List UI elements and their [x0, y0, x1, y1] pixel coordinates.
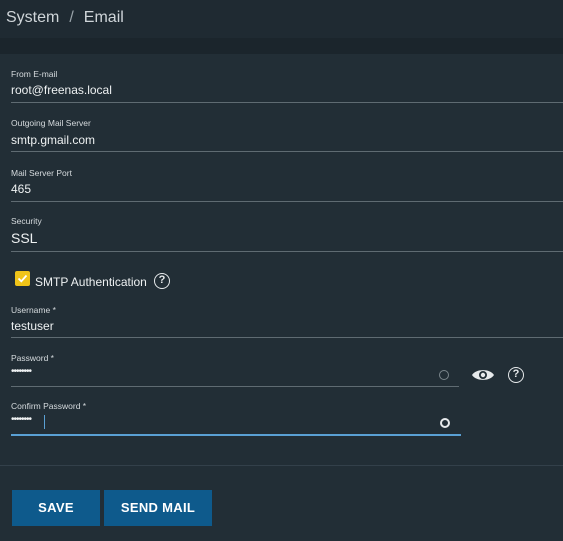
username-input[interactable]: testuser	[11, 319, 54, 333]
from-email-input[interactable]: root@freenas.local	[11, 83, 112, 97]
password-underline	[11, 386, 459, 387]
password-keypad-icon	[439, 370, 449, 380]
eye-icon[interactable]	[471, 367, 495, 383]
security-select[interactable]: SSL	[11, 230, 37, 246]
breadcrumb: System / Email	[6, 9, 124, 27]
confirm-password-label: Confirm Password *	[11, 401, 87, 411]
outgoing-server-label: Outgoing Mail Server	[11, 118, 91, 128]
top-bar: System / Email	[0, 0, 563, 38]
confirm-keypad-icon	[440, 418, 450, 428]
security-label: Security	[11, 216, 42, 226]
smtp-auth-checkbox[interactable]	[15, 271, 30, 286]
username-underline	[11, 337, 563, 338]
password-label: Password *	[11, 353, 54, 363]
header-strip	[0, 38, 563, 54]
password-help-icon[interactable]: ?	[508, 367, 524, 383]
save-button[interactable]: SAVE	[12, 490, 100, 526]
breadcrumb-system[interactable]: System	[6, 9, 59, 26]
security-underline	[11, 251, 563, 252]
password-input[interactable]: ••••••••	[11, 366, 32, 377]
from-email-underline	[11, 102, 563, 103]
text-caret	[44, 415, 45, 429]
outgoing-server-input[interactable]: smtp.gmail.com	[11, 133, 95, 147]
checkmark-icon	[17, 274, 28, 283]
help-circle-icon[interactable]: ?	[154, 273, 170, 289]
confirm-password-input[interactable]: ••••••••	[11, 414, 32, 425]
form-divider	[0, 465, 563, 466]
confirm-password-underline	[11, 434, 461, 436]
breadcrumb-separator: /	[69, 9, 74, 26]
smtp-auth-label: SMTP Authentication	[35, 275, 147, 289]
from-email-label: From E-mail	[11, 69, 58, 79]
port-label: Mail Server Port	[11, 168, 72, 178]
send-mail-button[interactable]: SEND MAIL	[104, 490, 212, 526]
breadcrumb-email: Email	[83, 9, 124, 26]
port-underline	[11, 201, 563, 202]
port-input[interactable]: 465	[11, 182, 31, 196]
username-label: Username *	[11, 305, 56, 315]
outgoing-server-underline	[11, 151, 563, 152]
